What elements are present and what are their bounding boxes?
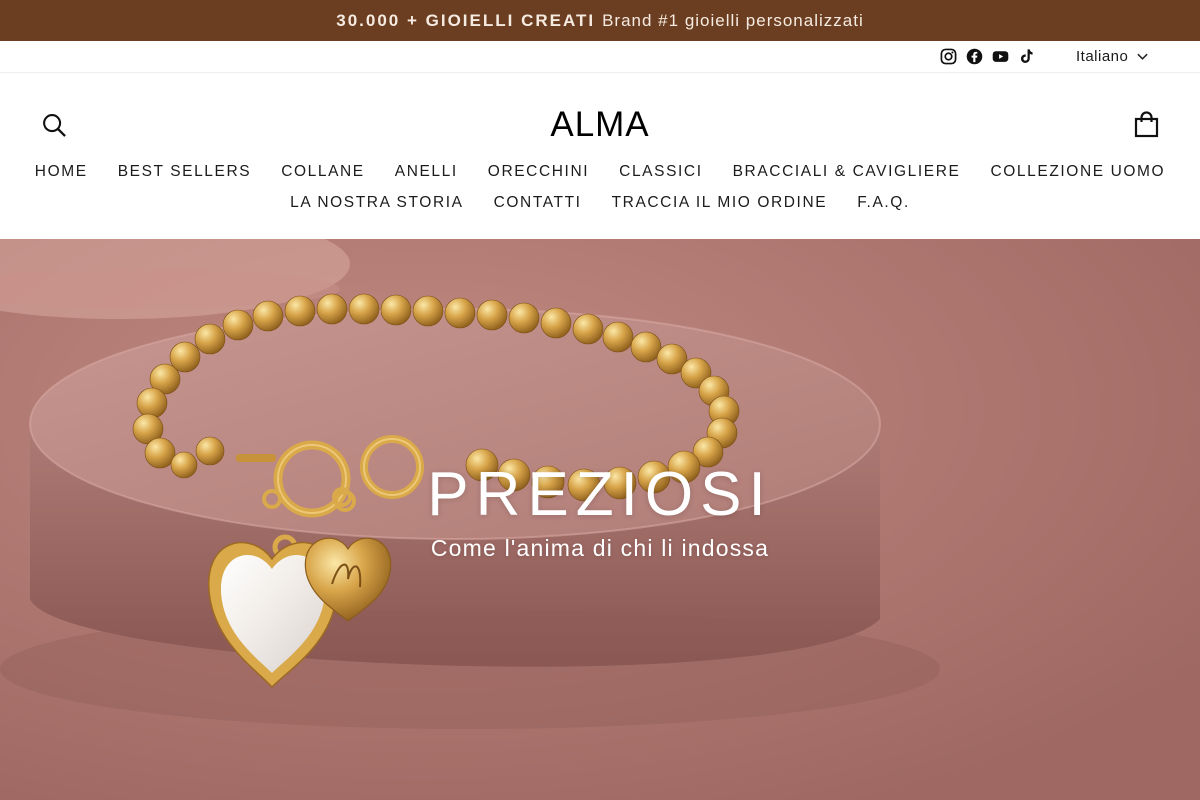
nav-collane[interactable]: COLLANE	[281, 163, 365, 181]
announcement-text: Brand #1 gioielli personalizzati	[602, 10, 864, 30]
hero-banner[interactable]: PREZIOSI Come l'anima di chi li indossa	[0, 239, 1200, 800]
facebook-icon[interactable]	[966, 48, 983, 65]
nav-home[interactable]: HOME	[35, 163, 88, 181]
nav-faq[interactable]: F.A.Q.	[857, 194, 910, 212]
nav-traccia-ordine[interactable]: TRACCIA IL MIO ORDINE	[612, 194, 828, 212]
nav-anelli[interactable]: ANELLI	[395, 163, 458, 181]
brand-logo[interactable]: ALMA	[0, 105, 1200, 145]
nav-la-nostra-storia[interactable]: LA NOSTRA STORIA	[290, 194, 463, 212]
nav-best-sellers[interactable]: BEST SELLERS	[118, 163, 252, 181]
main-nav-row-2: LA NOSTRA STORIA CONTATTI TRACCIA IL MIO…	[0, 194, 1200, 212]
site-header: ALMA HOME BEST SELLERS COLLANE ANELLI OR…	[0, 73, 1200, 239]
nav-bracciali-cavigliere[interactable]: BRACCIALI & CAVIGLIERE	[733, 163, 961, 181]
hero-subtitle: Come l'anima di chi li indossa	[430, 535, 770, 561]
utility-bar: Italiano	[0, 41, 1200, 73]
nav-contatti[interactable]: CONTATTI	[494, 194, 582, 212]
youtube-icon[interactable]	[992, 48, 1009, 65]
nav-collezione-uomo[interactable]: COLLEZIONE UOMO	[990, 163, 1165, 181]
nav-orecchini[interactable]: ORECCHINI	[488, 163, 589, 181]
instagram-icon[interactable]	[940, 48, 957, 65]
hero-title: PREZIOSI	[427, 460, 773, 529]
chevron-down-icon	[1137, 53, 1149, 60]
cart-icon[interactable]	[1134, 111, 1159, 138]
language-selector[interactable]: Italiano	[1076, 48, 1149, 65]
tiktok-icon[interactable]	[1018, 48, 1035, 65]
social-links	[940, 48, 1035, 65]
announcement-strong: 30.000 + GIOIELLI CREATI	[336, 10, 596, 30]
nav-classici[interactable]: CLASSICI	[619, 163, 702, 181]
announcement-bar: 30.000 + GIOIELLI CREATI Brand #1 gioiel…	[0, 0, 1200, 41]
main-nav-row-1: HOME BEST SELLERS COLLANE ANELLI ORECCHI…	[0, 163, 1200, 181]
language-label: Italiano	[1076, 48, 1129, 65]
